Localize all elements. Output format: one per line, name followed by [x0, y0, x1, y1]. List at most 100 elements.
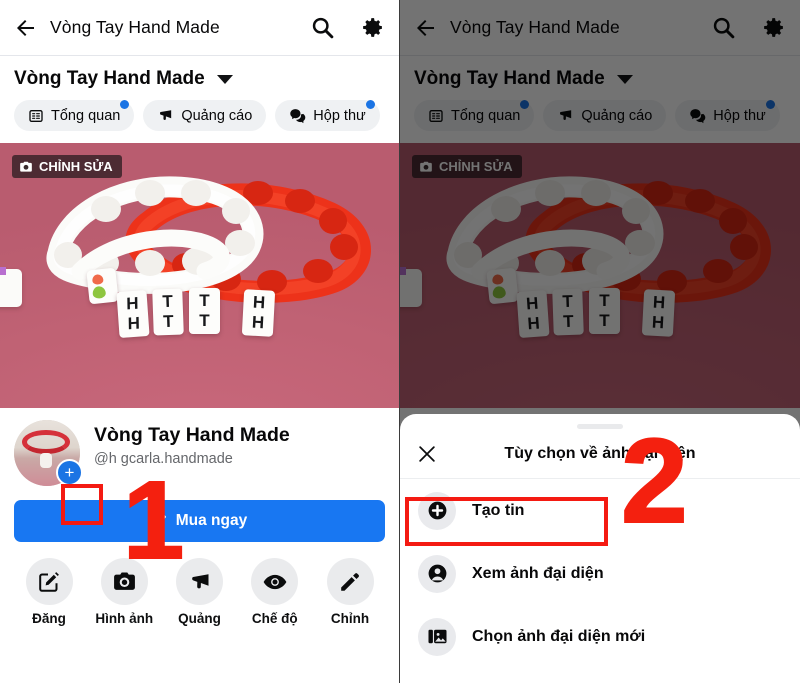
person-circle-icon: [418, 554, 456, 593]
chevron-down-icon[interactable]: [616, 74, 633, 84]
profile-name: Vòng Tay Hand Made: [94, 424, 290, 446]
action-label: Đăng: [32, 611, 66, 626]
messages-icon: [290, 109, 306, 124]
partial-bead: [400, 267, 422, 307]
action-label: Chế độ: [251, 611, 298, 626]
chip-label: Tổng quan: [51, 107, 121, 124]
megaphone-icon: [560, 110, 572, 120]
plus-circle-icon: [418, 491, 456, 530]
megaphone-icon: [160, 110, 172, 120]
letter-bead: TT: [189, 288, 220, 334]
app-bar-title: Vòng Tay Hand Made: [50, 17, 220, 37]
chip-label: Quảng cáo: [581, 107, 653, 124]
sheet-item-tao-tin[interactable]: Tạo tin: [400, 479, 800, 542]
chip-quang-cao[interactable]: Quảng cáo: [543, 100, 667, 131]
mua-ngay-button[interactable]: Mua ngay: [14, 500, 385, 542]
page-name-row[interactable]: Vòng Tay Hand Made: [400, 56, 800, 96]
list-icon: [429, 109, 443, 122]
edit-cover-button[interactable]: CHỈNH SỬA: [412, 155, 522, 178]
chip-badge-dot: [765, 100, 775, 109]
action-quang[interactable]: Quảng: [169, 558, 231, 626]
action-label: Hình ảnh: [95, 611, 154, 626]
chip-hop-thu[interactable]: Hộp thư: [275, 100, 380, 131]
two-panel-tutorial-screenshot: Vòng Tay Hand Made Vòng Tay Hand Made Tổ…: [0, 0, 800, 683]
chip-badge-dot: [520, 100, 530, 109]
letter-bead: HH: [241, 289, 276, 337]
letter-bead: HH: [641, 289, 676, 337]
chip-label: Hộp thư: [713, 107, 766, 124]
camera-icon: [100, 558, 148, 605]
heart-bead: [486, 267, 519, 305]
letter-bead: TT: [589, 288, 620, 334]
megaphone-icon: [176, 558, 223, 605]
eye-icon: [251, 558, 299, 605]
action-che-do[interactable]: Chế độ: [244, 558, 306, 626]
compose-icon: [25, 558, 73, 605]
back-icon[interactable]: [14, 16, 44, 40]
search-icon[interactable]: [299, 15, 345, 40]
chip-label: Hộp thư: [313, 107, 366, 124]
list-icon: [29, 109, 43, 122]
app-bar: Vòng Tay Hand Made: [0, 0, 399, 56]
sheet-item-xem-anh-dai-dien[interactable]: Xem ảnh đại diện: [400, 542, 800, 605]
sheet-header: Tùy chọn về ảnh đại diện: [400, 429, 800, 479]
close-icon[interactable]: [416, 443, 450, 465]
search-icon[interactable]: [700, 15, 746, 40]
chip-tong-quan[interactable]: Tổng quan: [414, 100, 535, 131]
app-bar-title: Vòng Tay Hand Made: [450, 17, 620, 37]
profile-handle: @h gcarla.handmade: [94, 451, 233, 467]
edit-cover-label: CHỈNH SỬA: [439, 159, 513, 174]
chip-row: Tổng quan Quảng cáo Hộp thư: [400, 96, 800, 143]
profile-photo-options-sheet: Tùy chọn về ảnh đại diện Tạo tin Xem ảnh…: [400, 414, 800, 683]
heart-bead: [86, 267, 119, 305]
pencil-icon: [154, 515, 166, 527]
chip-badge-dot: [120, 100, 130, 109]
action-hinh-anh[interactable]: Hình ảnh: [93, 558, 155, 626]
quick-actions-row: Đăng Hình ảnh Quảng Chế độ Chỉnh: [0, 542, 399, 636]
action-chinh[interactable]: Chỉnh: [319, 558, 381, 626]
add-profile-story-button[interactable]: +: [56, 459, 83, 486]
app-bar: Vòng Tay Hand Made: [400, 0, 800, 56]
letter-bead: TT: [152, 288, 184, 336]
bracelet-illustration: [446, 176, 771, 303]
page-title: Vòng Tay Hand Made: [414, 68, 605, 89]
sheet-item-label: Xem ảnh đại diện: [472, 564, 604, 582]
letter-bead: HH: [116, 290, 150, 338]
photo-stack-icon: [418, 617, 456, 656]
pencil-icon: [326, 558, 374, 605]
chip-quang-cao[interactable]: Quảng cáo: [143, 100, 267, 131]
profile-block: + Vòng Tay Hand Made @h gcarla.handmade …: [0, 408, 399, 542]
gear-icon[interactable]: [345, 15, 385, 40]
chip-label: Tổng quan: [451, 107, 521, 124]
chevron-down-icon[interactable]: [216, 74, 233, 84]
messages-icon: [690, 109, 706, 124]
chip-row: Tổng quan Quảng cáo Hộp thư: [0, 96, 399, 143]
mua-ngay-label: Mua ngay: [175, 512, 248, 529]
sheet-title: Tùy chọn về ảnh đại diện: [504, 444, 696, 462]
edit-cover-label: CHỈNH SỬA: [39, 159, 113, 174]
letter-bead: HH: [516, 290, 550, 338]
sheet-item-label: Tạo tin: [472, 501, 525, 519]
back-icon[interactable]: [414, 16, 444, 40]
partial-bead: [0, 267, 22, 307]
camera-icon: [20, 161, 32, 172]
left-panel-step-one: Vòng Tay Hand Made Vòng Tay Hand Made Tổ…: [0, 0, 400, 683]
gear-icon[interactable]: [746, 15, 786, 40]
sheet-item-label: Chọn ảnh đại diện mới: [472, 627, 646, 645]
page-title: Vòng Tay Hand Made: [14, 68, 205, 89]
action-label: Chỉnh: [330, 611, 370, 626]
chip-label: Quảng cáo: [181, 107, 253, 124]
action-dang[interactable]: Đăng: [18, 558, 80, 626]
camera-icon: [420, 161, 432, 172]
chip-tong-quan[interactable]: Tổng quan: [14, 100, 135, 131]
page-name-row[interactable]: Vòng Tay Hand Made: [0, 56, 399, 96]
sheet-item-chon-anh-dai-dien-moi[interactable]: Chọn ảnh đại diện mới: [400, 605, 800, 668]
bracelet-illustration: [46, 176, 371, 303]
plus-icon: +: [64, 463, 75, 482]
avatar-wrap[interactable]: +: [14, 420, 83, 486]
cover-photo[interactable]: HH TT TT HH CHỈNH SỬA: [400, 143, 800, 408]
chip-hop-thu[interactable]: Hộp thư: [675, 100, 780, 131]
edit-cover-button[interactable]: CHỈNH SỬA: [12, 155, 122, 178]
right-panel-step-two: Vòng Tay Hand Made Vòng Tay Hand Made Tổ…: [400, 0, 800, 683]
cover-photo[interactable]: HH TT TT HH CHỈNH SỬA: [0, 143, 399, 408]
